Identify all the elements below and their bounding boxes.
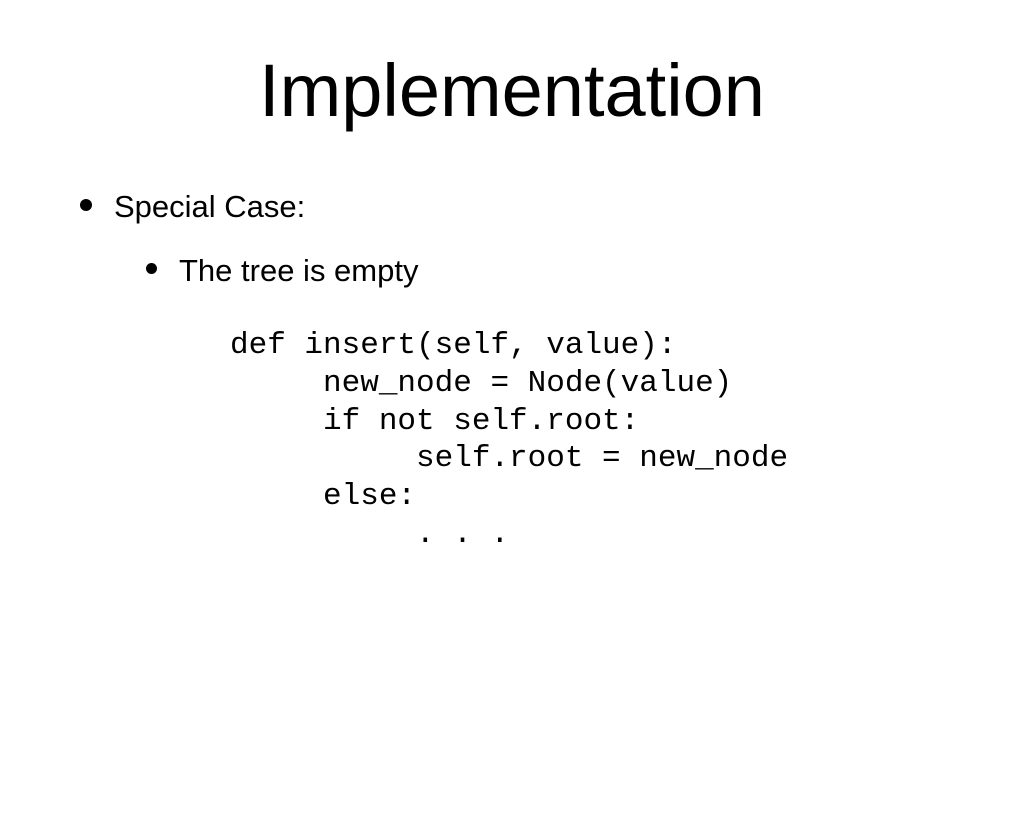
bullet-level-2: The tree is empty — [146, 253, 964, 289]
bullet-dot-icon — [80, 199, 92, 211]
slide-title: Implementation — [0, 48, 1024, 133]
bullet-level-1-text: Special Case: — [114, 189, 305, 225]
slide-body: Special Case: The tree is empty def inse… — [0, 189, 1024, 554]
bullet-dot-icon — [146, 263, 157, 274]
bullet-level-2-text: The tree is empty — [179, 253, 418, 289]
bullet-level-1: Special Case: — [80, 189, 964, 225]
code-block: def insert(self, value): new_node = Node… — [230, 327, 964, 554]
